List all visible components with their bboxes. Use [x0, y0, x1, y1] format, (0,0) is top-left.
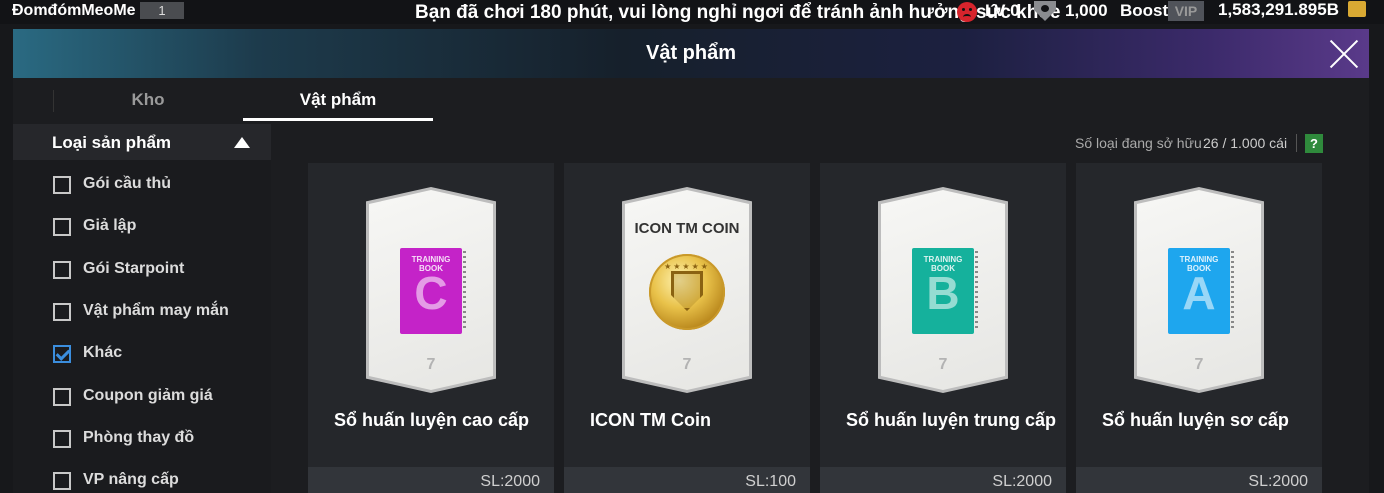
- item-quantity: SL:2000: [1248, 473, 1308, 490]
- item-plate: TRAINING BOOK A 7: [1134, 187, 1264, 393]
- item-name: ICON TM Coin: [590, 410, 711, 430]
- username: ĐomđómMeoMe: [12, 2, 136, 19]
- boost-label: Boost: [1120, 1, 1169, 20]
- book-letter: A: [1182, 267, 1216, 319]
- item-plate: TRAINING BOOK C 7: [366, 187, 496, 393]
- ticket-icon: [1348, 1, 1366, 17]
- filter-gia-lap[interactable]: Giả lập: [13, 208, 271, 244]
- item-quantity: SL:2000: [480, 473, 540, 490]
- checkbox[interactable]: [53, 472, 71, 490]
- filter-label: VP nâng cấp: [83, 471, 179, 488]
- sad-face-icon: [957, 2, 977, 22]
- item-quantity: SL:100: [745, 473, 796, 490]
- card-footer: SL:2000: [308, 467, 554, 493]
- card-footer: SL:2000: [820, 467, 1066, 493]
- coin-amount: 1,000: [1065, 1, 1108, 20]
- icon-tm-coin-icon: ★★★★★: [649, 254, 725, 330]
- filter-phong-thay-do[interactable]: Phòng thay đồ: [13, 420, 271, 456]
- item-name: Sổ huấn luyện trung cấp: [846, 410, 1057, 430]
- status-bar: ĐomđómMeoMe 1 Bạn đã chơi 180 phút, vui …: [0, 0, 1384, 24]
- item-quantity: SL:2000: [992, 473, 1052, 490]
- checkbox[interactable]: [53, 176, 71, 194]
- money-amount: 1,583,291.895B: [1218, 0, 1339, 19]
- tab-bar: Kho Vật phẩm: [13, 78, 1369, 122]
- checkbox[interactable]: [53, 388, 71, 406]
- tab-kho[interactable]: Kho: [53, 90, 243, 110]
- item-name: Sổ huấn luyện sơ cấp: [1102, 410, 1289, 430]
- owned-types-label: Số loại đang sở hữu: [1075, 135, 1202, 151]
- card-footer: SL:100: [564, 467, 810, 493]
- filter-label: Gói cầu thủ: [83, 175, 171, 192]
- item-card[interactable]: TRAINING BOOK A 7 Sổ huấn luyện sơ cấp S…: [1076, 163, 1322, 493]
- tab-vat-pham[interactable]: Vật phẩm: [243, 90, 433, 110]
- item-plate: TRAINING BOOK B 7: [878, 187, 1008, 393]
- filter-label: Khác: [83, 344, 123, 361]
- book-letter: C: [414, 267, 448, 319]
- page-title: Vật phẩm: [645, 42, 737, 64]
- category-header[interactable]: Loại sản phẩm: [13, 124, 271, 160]
- brand-logo-icon: 7: [426, 356, 436, 373]
- brand-logo-icon: 7: [938, 356, 948, 373]
- filter-label: Coupon giảm giá: [83, 387, 213, 404]
- filter-label: Giả lập: [83, 217, 137, 234]
- filter-vat-pham-may-man[interactable]: Vật phẩm may mắn: [13, 293, 271, 329]
- owned-types-count: 26 / 1.000 cái: [1203, 135, 1288, 151]
- brand-logo-icon: 7: [1194, 356, 1204, 373]
- training-book-icon: TRAINING BOOK A: [1168, 248, 1234, 334]
- filter-label: Vật phẩm may mắn: [83, 302, 229, 319]
- checkbox[interactable]: [53, 303, 71, 321]
- active-tab-indicator: [243, 118, 433, 121]
- training-book-icon: TRAINING BOOK C: [400, 248, 466, 334]
- title-bar: Vật phẩm: [13, 29, 1369, 78]
- category-header-label: Loại sản phẩm: [52, 133, 172, 152]
- checkbox[interactable]: [53, 261, 71, 279]
- item-plate: ICON TM COIN ★★★★★ 7: [622, 187, 752, 393]
- checkbox[interactable]: [53, 218, 71, 236]
- filter-khac[interactable]: Khác: [13, 335, 271, 371]
- item-name: Sổ huấn luyện cao cấp: [334, 410, 530, 430]
- filter-goi-starpoint[interactable]: Gói Starpoint: [13, 251, 271, 287]
- category-sidebar: Loại sản phẩm Gói cầu thủ Giả lập Gói St…: [13, 124, 271, 493]
- training-book-icon: TRAINING BOOK B: [912, 248, 978, 334]
- level-text: LV 0: [985, 1, 1020, 20]
- filter-goi-cau-thu[interactable]: Gói cầu thủ: [13, 166, 271, 202]
- filter-coupon-giam-gia[interactable]: Coupon giảm giá: [13, 378, 271, 414]
- close-icon[interactable]: [1327, 37, 1361, 71]
- card-footer: SL:2000: [1076, 467, 1322, 493]
- user-level-badge: 1: [140, 2, 184, 19]
- item-card[interactable]: TRAINING BOOK C 7 Sổ huấn luyện cao cấp …: [308, 163, 554, 493]
- checkbox[interactable]: [53, 430, 71, 448]
- checkbox-checked[interactable]: [53, 345, 71, 363]
- filter-label: Gói Starpoint: [83, 260, 185, 277]
- coin-caption: ICON TM COIN: [634, 220, 740, 237]
- book-letter: B: [926, 267, 960, 319]
- item-card[interactable]: ICON TM COIN ★★★★★ 7 ICON TM Coin SL:100: [564, 163, 810, 493]
- main-panel: Kho Vật phẩm Loại sản phẩm Gói cầu thủ G…: [13, 78, 1369, 493]
- filter-label: Phòng thay đồ: [83, 429, 195, 446]
- item-card[interactable]: TRAINING BOOK B 7 Sổ huấn luyện trung cấ…: [820, 163, 1066, 493]
- brand-logo-icon: 7: [682, 356, 692, 373]
- vip-badge: VIP: [1168, 1, 1204, 21]
- filter-vp-nang-cap[interactable]: VP nâng cấp: [13, 462, 271, 493]
- caret-up-icon: [234, 137, 250, 148]
- help-button[interactable]: ?: [1305, 134, 1323, 153]
- divider: [1296, 134, 1297, 152]
